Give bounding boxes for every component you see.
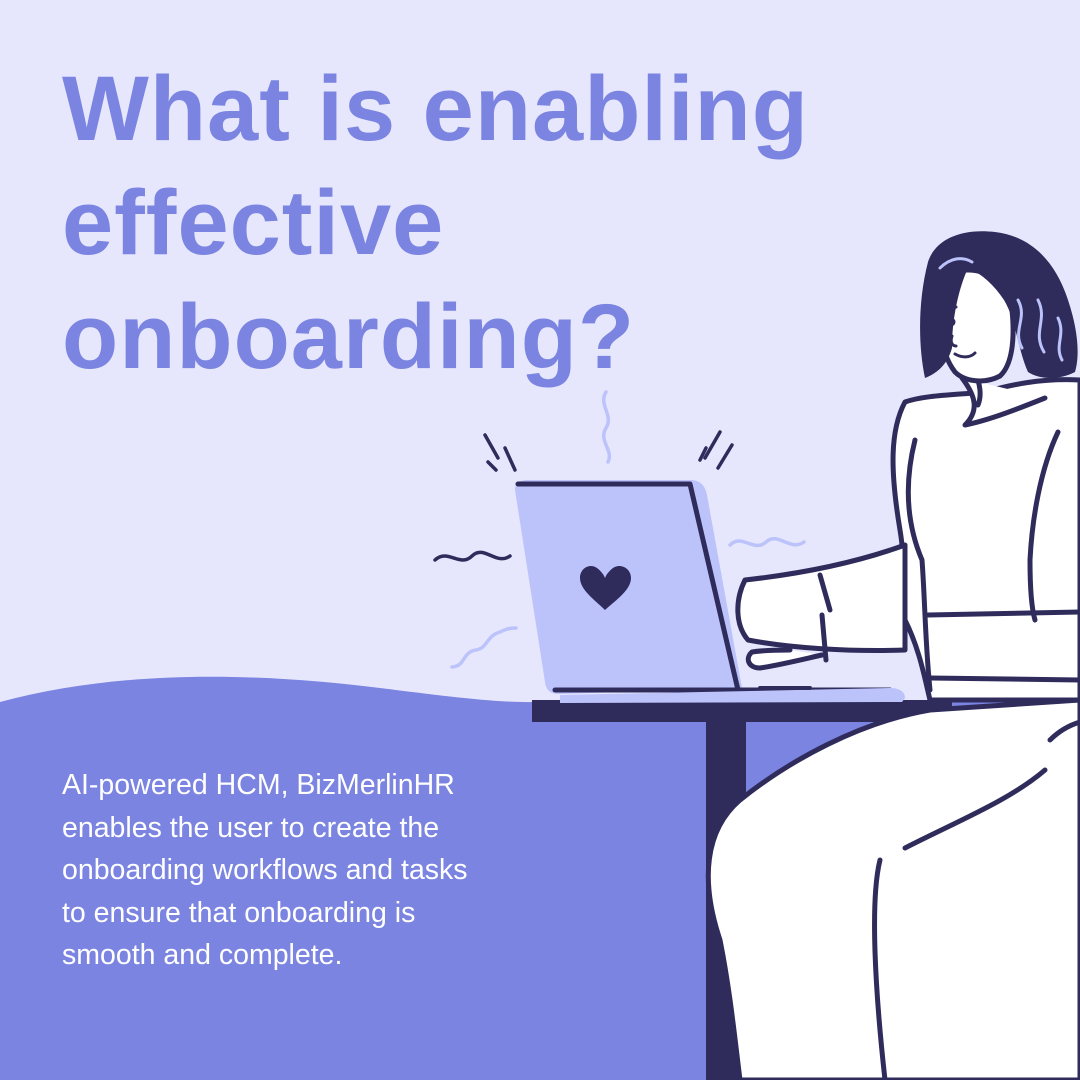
headline-line: onboarding? <box>62 286 636 388</box>
headline: What is enabling effective onboarding? <box>62 52 809 394</box>
body-text: AI-powered HCM, BizMerlinHR enables the … <box>62 764 562 977</box>
body-line: to ensure that onboarding is <box>62 896 416 929</box>
body-line: smooth and complete. <box>62 939 343 971</box>
headline-line: What is enabling <box>62 58 809 160</box>
body-line: onboarding workflows and tasks <box>62 854 468 886</box>
headline-line: effective <box>62 172 445 274</box>
body-line: AI-powered HCM, BizMerlinHR <box>62 769 455 801</box>
body-line: enables the user to create the <box>62 811 440 844</box>
